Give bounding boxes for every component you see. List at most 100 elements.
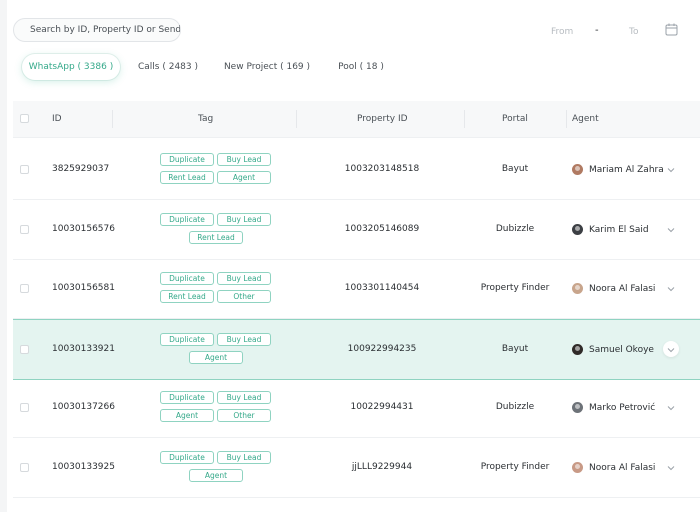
row-checkbox[interactable] bbox=[20, 463, 29, 472]
column-header-id[interactable]: ID bbox=[52, 101, 62, 137]
portal-name: Property Finder bbox=[480, 462, 550, 472]
avatar bbox=[572, 402, 583, 413]
tag-badge: Duplicate bbox=[160, 333, 214, 346]
chevron-down-icon[interactable] bbox=[665, 283, 677, 295]
tab-new-project[interactable]: New Project ( 169 ) bbox=[220, 54, 314, 80]
tag-badge: Duplicate bbox=[160, 451, 214, 464]
row-checkbox[interactable] bbox=[20, 403, 29, 412]
agent-select[interactable]: Mariam Al Zahra bbox=[572, 140, 664, 199]
date-separator: - bbox=[595, 25, 599, 36]
tab-pool[interactable]: Pool ( 18 ) bbox=[332, 54, 390, 80]
tag-badge: Duplicate bbox=[160, 153, 214, 166]
property-id: 1003205146089 bbox=[344, 224, 420, 234]
tag-badge: Agent bbox=[217, 171, 271, 184]
avatar bbox=[572, 164, 583, 175]
tag-badge: Buy Lead bbox=[217, 213, 271, 226]
tag-group: Duplicate Buy Lead Agent bbox=[140, 320, 271, 379]
portal-name: Bayut bbox=[501, 344, 529, 354]
date-to-field[interactable]: To bbox=[629, 27, 638, 37]
property-id: 100922994235 bbox=[347, 344, 417, 354]
column-divider bbox=[566, 110, 567, 128]
column-header-agent[interactable]: Agent bbox=[572, 101, 599, 137]
agent-name: Noora Al Falasi bbox=[589, 283, 656, 294]
row-checkbox[interactable] bbox=[20, 345, 29, 354]
chevron-down-icon[interactable] bbox=[665, 164, 677, 176]
property-id: jjLLL9229944 bbox=[351, 462, 413, 472]
tag-badge: Rent Lead bbox=[160, 171, 214, 184]
chevron-down-icon[interactable] bbox=[665, 224, 677, 236]
tag-badge: Agent bbox=[189, 351, 243, 364]
tag-badge: Buy Lead bbox=[217, 333, 271, 346]
tag-group: Duplicate Buy Lead Rent Lead bbox=[140, 200, 271, 259]
tag-badge: Buy Lead bbox=[217, 272, 271, 285]
leads-page: From - To WhatsApp ( 3386 ) Calls ( 2483… bbox=[0, 0, 700, 512]
agent-name: Noora Al Falasi bbox=[589, 462, 656, 473]
tab-calls[interactable]: Calls ( 2483 ) bbox=[131, 54, 205, 80]
tag-badge: Buy Lead bbox=[217, 153, 271, 166]
date-from-field[interactable]: From bbox=[551, 27, 573, 37]
column-header-property-id[interactable]: Property ID bbox=[357, 101, 408, 137]
agent-select[interactable]: Noora Al Falasi bbox=[572, 438, 655, 497]
column-divider bbox=[112, 110, 113, 128]
tag-badge: Other bbox=[217, 290, 271, 303]
avatar bbox=[572, 344, 583, 355]
row-checkbox[interactable] bbox=[20, 284, 29, 293]
tag-badge: Other bbox=[217, 409, 271, 422]
table-row[interactable]: 10030156581 Duplicate Buy Lead Rent Lead Oth… bbox=[13, 259, 700, 319]
column-header-portal[interactable]: Portal bbox=[502, 101, 528, 137]
tag-group: Duplicate Buy Lead Rent Lead Other bbox=[140, 259, 271, 318]
property-id: 1003203148518 bbox=[344, 164, 420, 174]
lead-id: 10030137266 bbox=[52, 402, 115, 412]
tag-group: Duplicate Buy Lead Agent Other bbox=[140, 378, 271, 437]
lead-id: 10030156581 bbox=[52, 283, 115, 293]
table-row[interactable]: 10030137266 Duplicate Buy Lead Agent Other 10… bbox=[13, 378, 700, 438]
tag-badge: Agent bbox=[160, 409, 214, 422]
tag-group: Duplicate Buy Lead Agent bbox=[140, 438, 271, 497]
tag-badge: Rent Lead bbox=[160, 290, 214, 303]
tag-badge: Buy Lead bbox=[217, 391, 271, 404]
table-header: ID Tag Property ID Portal Agent bbox=[13, 101, 700, 138]
avatar bbox=[572, 224, 583, 235]
agent-select[interactable]: Noora Al Falasi bbox=[572, 259, 655, 318]
chevron-down-icon[interactable] bbox=[665, 462, 677, 474]
column-header-tag[interactable]: Tag bbox=[198, 101, 213, 137]
tag-badge: Agent bbox=[189, 469, 243, 482]
left-gutter bbox=[0, 0, 7, 512]
tag-badge: Buy Lead bbox=[217, 451, 271, 464]
table-row[interactable]: 10030133925 Duplicate Buy Lead Agent jjLLL92… bbox=[13, 438, 700, 498]
lead-id: 3825929037 bbox=[52, 164, 110, 174]
agent-name: Samuel Okoye bbox=[589, 344, 654, 355]
tag-badge: Rent Lead bbox=[189, 231, 243, 244]
select-all-checkbox[interactable] bbox=[20, 114, 29, 123]
table-row[interactable]: 10030156576 Duplicate Buy Lead Rent Lead 100… bbox=[13, 200, 700, 260]
avatar bbox=[572, 283, 583, 294]
tag-badge: Duplicate bbox=[160, 213, 214, 226]
portal-name: Dubizzle bbox=[495, 402, 535, 412]
tag-badge: Duplicate bbox=[160, 272, 214, 285]
portal-name: Dubizzle bbox=[495, 224, 535, 234]
agent-select[interactable]: Karim El Said bbox=[572, 200, 649, 259]
lead-id: 10030133921 bbox=[52, 344, 115, 354]
lead-id: 10030156576 bbox=[52, 224, 115, 234]
table-row[interactable]: 10030133921 Duplicate Buy Lead Agent 1009229… bbox=[13, 319, 700, 380]
chevron-down-icon[interactable] bbox=[665, 402, 677, 414]
portal-name: Bayut bbox=[501, 164, 529, 174]
agent-name: Mariam Al Zahra bbox=[589, 164, 664, 175]
search-box[interactable] bbox=[13, 18, 181, 42]
portal-name: Property Finder bbox=[480, 283, 550, 293]
row-checkbox[interactable] bbox=[20, 165, 29, 174]
column-divider bbox=[464, 110, 465, 128]
tag-badge: Duplicate bbox=[160, 391, 214, 404]
table-row[interactable]: 3825929037 Duplicate Buy Lead Rent Lead Agen… bbox=[13, 140, 700, 200]
avatar bbox=[572, 462, 583, 473]
property-id: 1003301140454 bbox=[344, 283, 420, 293]
calendar-icon[interactable] bbox=[665, 23, 678, 36]
row-checkbox[interactable] bbox=[20, 225, 29, 234]
agent-select[interactable]: Samuel Okoye bbox=[572, 320, 654, 379]
tab-whatsapp[interactable]: WhatsApp ( 3386 ) bbox=[22, 54, 120, 80]
agent-name: Marko Petrović bbox=[589, 402, 656, 413]
tag-group: Duplicate Buy Lead Rent Lead Agent bbox=[140, 140, 271, 199]
search-input[interactable] bbox=[30, 25, 180, 35]
chevron-down-icon[interactable] bbox=[665, 344, 677, 356]
agent-select[interactable]: Marko Petrović bbox=[572, 378, 655, 437]
